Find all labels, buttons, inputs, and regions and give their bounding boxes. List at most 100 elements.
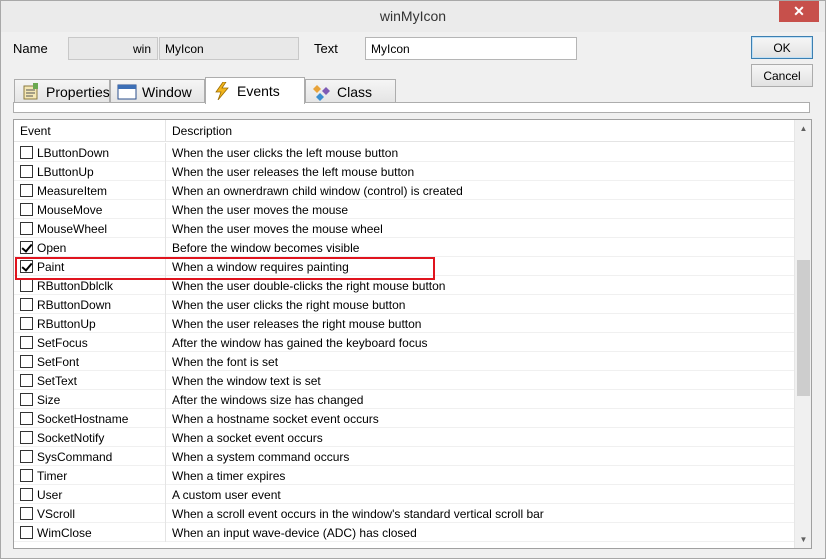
event-description: When a timer expires xyxy=(172,469,286,483)
title-bar[interactable]: winMyIcon ✕ xyxy=(1,1,825,32)
table-row[interactable]: Paint When a window requires painting xyxy=(14,257,794,276)
column-header-description[interactable]: Description xyxy=(166,120,794,142)
lightning-icon xyxy=(212,81,232,101)
event-name: SetText xyxy=(37,373,78,388)
tab-class[interactable]: Class xyxy=(305,79,396,103)
tab-window[interactable]: Window xyxy=(110,79,205,103)
event-checkbox[interactable] xyxy=(20,317,33,330)
event-checkbox[interactable] xyxy=(20,298,33,311)
event-checkbox[interactable] xyxy=(20,469,33,482)
table-row[interactable]: User A custom user event xyxy=(14,485,794,504)
event-checkbox[interactable] xyxy=(20,431,33,444)
table-row[interactable]: WimClose When an input wave-device (ADC) … xyxy=(14,523,794,542)
table-row[interactable]: LButtonUp When the user releases the left… xyxy=(14,162,794,181)
dialog-window: winMyIcon ✕ Name win MyIcon Text MyIcon … xyxy=(0,0,826,559)
event-cell: SetFont xyxy=(14,352,166,371)
event-name: SocketHostname xyxy=(37,411,129,426)
tab-window-label: Window xyxy=(142,83,192,100)
event-cell: RButtonUp xyxy=(14,314,166,333)
event-checkbox[interactable] xyxy=(20,336,33,349)
event-name: WimClose xyxy=(37,525,92,540)
event-name: RButtonDblclk xyxy=(37,278,114,293)
table-row[interactable]: Open Before the window becomes visible xyxy=(14,238,794,257)
event-cell: SetFocus xyxy=(14,333,166,352)
event-cell: Timer xyxy=(14,466,166,485)
event-description: When the user clicks the right mouse but… xyxy=(172,298,406,312)
event-cell: LButtonDown xyxy=(14,143,166,162)
table-row[interactable]: Timer When a timer expires xyxy=(14,466,794,485)
scroll-up-icon[interactable]: ▲ xyxy=(795,120,811,137)
ok-button[interactable]: OK xyxy=(751,36,813,59)
event-checkbox[interactable] xyxy=(20,393,33,406)
event-checkbox[interactable] xyxy=(20,412,33,425)
event-checkbox[interactable] xyxy=(20,507,33,520)
event-checkbox[interactable] xyxy=(20,488,33,501)
event-cell: SocketHostname xyxy=(14,409,166,428)
event-checkbox[interactable] xyxy=(20,260,33,273)
column-header-event[interactable]: Event xyxy=(14,120,166,142)
event-checkbox[interactable] xyxy=(20,374,33,387)
event-checkbox[interactable] xyxy=(20,241,33,254)
table-row[interactable]: RButtonDown When the user clicks the righ… xyxy=(14,295,794,314)
event-checkbox[interactable] xyxy=(20,355,33,368)
event-name: Paint xyxy=(37,259,65,274)
table-row[interactable]: RButtonDblclk When the user double-clicks… xyxy=(14,276,794,295)
event-name: SocketNotify xyxy=(37,430,105,445)
table-row[interactable]: Size After the windows size has changed xyxy=(14,390,794,409)
window-icon xyxy=(117,83,137,101)
event-checkbox[interactable] xyxy=(20,450,33,463)
event-checkbox[interactable] xyxy=(20,526,33,539)
table-row[interactable]: RButtonUp When the user releases the righ… xyxy=(14,314,794,333)
name-prefix-field: win xyxy=(68,37,158,60)
tab-panel xyxy=(13,102,810,113)
table-row[interactable]: VScroll When a scroll event occurs in the… xyxy=(14,504,794,523)
events-grid: Event Description LButtonDown When the us… xyxy=(13,119,812,549)
event-name: RButtonUp xyxy=(37,316,96,331)
event-cell: Size xyxy=(14,390,166,409)
table-row[interactable]: SysCommand When a system command occurs xyxy=(14,447,794,466)
tab-properties[interactable]: Properties xyxy=(14,79,110,103)
text-field[interactable]: MyIcon xyxy=(365,37,577,60)
event-cell: User xyxy=(14,485,166,504)
event-cell: LButtonUp xyxy=(14,162,166,181)
event-checkbox[interactable] xyxy=(20,184,33,197)
tab-events[interactable]: Events xyxy=(205,77,305,104)
table-row[interactable]: SetText When the window text is set xyxy=(14,371,794,390)
table-row[interactable]: LButtonDown When the user clicks the left… xyxy=(14,143,794,162)
table-row[interactable]: SocketNotify When a socket event occurs xyxy=(14,428,794,447)
vertical-scrollbar[interactable]: ▲ ▼ xyxy=(794,120,811,548)
event-checkbox[interactable] xyxy=(20,146,33,159)
event-name: LButtonUp xyxy=(37,164,94,179)
event-name: MouseMove xyxy=(37,202,103,217)
event-name: VScroll xyxy=(37,506,76,521)
table-row[interactable]: SocketHostname When a hostname socket eve… xyxy=(14,409,794,428)
event-name: MeasureItem xyxy=(37,183,108,198)
event-description: When a socket event occurs xyxy=(172,431,323,445)
event-description: When a window requires painting xyxy=(172,260,349,274)
event-cell: RButtonDown xyxy=(14,295,166,314)
table-row[interactable]: SetFocus After the window has gained the … xyxy=(14,333,794,352)
tab-class-label: Class xyxy=(337,83,373,100)
event-cell: MouseMove xyxy=(14,200,166,219)
event-checkbox[interactable] xyxy=(20,165,33,178)
event-cell: Open xyxy=(14,238,166,257)
table-row[interactable]: MouseWheel When the user moves the mouse … xyxy=(14,219,794,238)
event-name: Open xyxy=(37,240,67,255)
event-description: When the user releases the left mouse bu… xyxy=(172,165,415,179)
close-button[interactable]: ✕ xyxy=(779,1,819,22)
scroll-down-icon[interactable]: ▼ xyxy=(795,531,811,548)
event-checkbox[interactable] xyxy=(20,203,33,216)
scroll-thumb[interactable] xyxy=(797,260,810,396)
event-name: MouseWheel xyxy=(37,221,108,236)
name-field: MyIcon xyxy=(159,37,299,60)
event-cell: RButtonDblclk xyxy=(14,276,166,295)
event-name: LButtonDown xyxy=(37,145,110,160)
cancel-button[interactable]: Cancel xyxy=(751,64,813,87)
event-checkbox[interactable] xyxy=(20,222,33,235)
table-row[interactable]: MeasureItem When an ownerdrawn child wind… xyxy=(14,181,794,200)
table-row[interactable]: SetFont When the font is set xyxy=(14,352,794,371)
event-cell: VScroll xyxy=(14,504,166,523)
event-checkbox[interactable] xyxy=(20,279,33,292)
table-row[interactable]: MouseMove When the user moves the mouse xyxy=(14,200,794,219)
event-description: When an input wave-device (ADC) has clos… xyxy=(172,526,417,540)
